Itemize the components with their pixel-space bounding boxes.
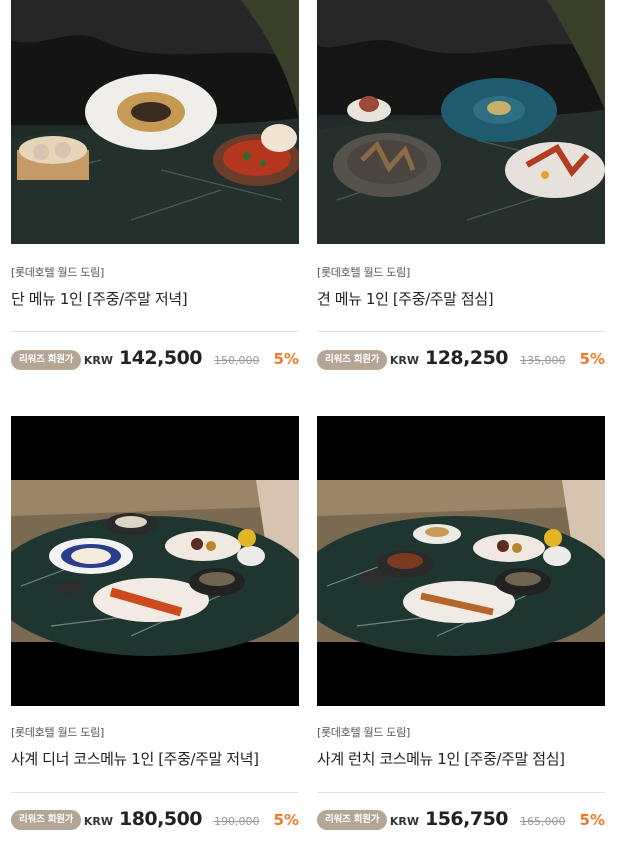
divider: [317, 331, 605, 332]
currency-label: KRW: [389, 354, 419, 367]
product-title[interactable]: 사계 디너 코스메뉴 1인 [주중/주말 저녁]: [11, 748, 259, 769]
original-price: 190,000: [214, 815, 260, 828]
discount-rate: 5%: [579, 350, 605, 368]
sale-price: 128,250: [424, 347, 509, 369]
original-price: 135,000: [520, 354, 566, 367]
price-row: KRW 156,750 165,000 5%: [390, 808, 605, 832]
product-card[interactable]: [롯데호텔 월드 도림] 사계 디너 코스메뉴 1인 [주중/주말 저녁] 리워…: [11, 416, 299, 845]
price-row: KRW 180,500 190,000 5%: [84, 808, 299, 832]
member-price-badge: 리워즈 회원가: [317, 350, 388, 370]
divider: [11, 792, 299, 793]
product-card[interactable]: [롯데호텔 월드 도림] 사계 런치 코스메뉴 1인 [주중/주말 점심] 리워…: [317, 416, 605, 845]
brand-label: [롯데호텔 월드 도림]: [317, 266, 410, 279]
brand-label: [롯데호텔 월드 도림]: [11, 726, 104, 739]
member-price-badge: 리워즈 회원가: [11, 350, 82, 370]
product-card[interactable]: [롯데호텔 월드 도림] 견 메뉴 1인 [주중/주말 점심] 리워즈 회원가 …: [317, 0, 605, 380]
discount-rate: 5%: [273, 350, 299, 368]
divider: [11, 331, 299, 332]
product-image[interactable]: [11, 416, 299, 706]
product-title[interactable]: 사계 런치 코스메뉴 1인 [주중/주말 점심]: [317, 748, 565, 769]
divider: [317, 792, 605, 793]
member-price-badge: 리워즈 회원가: [11, 810, 82, 830]
original-price: 150,000: [214, 354, 260, 367]
brand-label: [롯데호텔 월드 도림]: [317, 726, 410, 739]
original-price: 165,000: [520, 815, 566, 828]
discount-rate: 5%: [273, 811, 299, 829]
product-image[interactable]: [317, 416, 605, 706]
price-row: KRW 142,500 150,000 5%: [84, 347, 299, 371]
product-image[interactable]: [317, 0, 605, 244]
member-price-badge: 리워즈 회원가: [317, 810, 388, 830]
product-title[interactable]: 단 메뉴 1인 [주중/주말 저녁]: [11, 288, 188, 309]
currency-label: KRW: [389, 815, 419, 828]
sale-price: 142,500: [118, 347, 203, 369]
product-card[interactable]: [롯데호텔 월드 도림] 단 메뉴 1인 [주중/주말 저녁] 리워즈 회원가 …: [11, 0, 299, 380]
product-title[interactable]: 견 메뉴 1인 [주중/주말 점심]: [317, 288, 494, 309]
currency-label: KRW: [83, 815, 113, 828]
currency-label: KRW: [83, 354, 113, 367]
sale-price: 180,500: [118, 808, 203, 830]
brand-label: [롯데호텔 월드 도림]: [11, 266, 104, 279]
discount-rate: 5%: [579, 811, 605, 829]
product-image[interactable]: [11, 0, 299, 244]
sale-price: 156,750: [424, 808, 509, 830]
price-row: KRW 128,250 135,000 5%: [390, 347, 605, 371]
